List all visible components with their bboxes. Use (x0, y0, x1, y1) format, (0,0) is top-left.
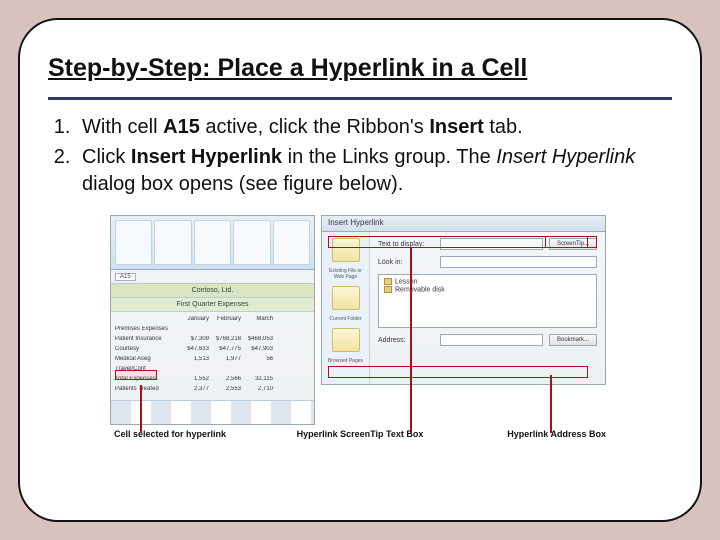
page-title: Step-by-Step: Place a Hyperlink in a Cel… (48, 54, 672, 89)
callout-box-address (328, 366, 588, 378)
callout-left: Cell selected for hyperlink (110, 429, 275, 439)
folder-icon (384, 278, 392, 285)
callout-arrow-mid (410, 247, 412, 433)
callout-arrow-right (550, 375, 552, 433)
address-field (440, 334, 543, 346)
callout-arrow-left (140, 385, 142, 433)
figure-callouts: Cell selected for hyperlink Hyperlink Sc… (110, 429, 610, 439)
address-label: Address: (378, 337, 434, 344)
title-rule (48, 97, 672, 100)
slide-card: Step-by-Step: Place a Hyperlink in a Cel… (18, 18, 702, 522)
figure-dialog-panel: Insert Hyperlink Existing File or Web Pa… (321, 215, 606, 385)
excel-company: Contoso, Ltd. (111, 284, 314, 298)
step-2: Click Insert Hyperlink in the Links grou… (76, 144, 672, 197)
steps-list: With cell A15 active, click the Ribbon's… (76, 114, 672, 197)
bookmark-button: Bookmark... (549, 334, 597, 346)
step-1: With cell A15 active, click the Ribbon's… (76, 114, 672, 140)
figure: A15 Contoso, Ltd. First Quarter Expenses… (110, 215, 610, 439)
excel-ribbon (111, 216, 314, 270)
linkto-current-icon (332, 286, 360, 310)
excel-rows: JanuaryFebruaryMarch Premises Expenses P… (111, 312, 314, 396)
lookin-label: Look in: (378, 259, 434, 266)
callout-box-cell (115, 370, 157, 380)
linkto-browsed-icon (332, 328, 360, 352)
excel-section: First Quarter Expenses (111, 298, 314, 312)
excel-namebox-row: A15 (111, 270, 314, 284)
lookin-field (440, 256, 597, 268)
callout-mid: Hyperlink ScreenTip Text Box (278, 429, 443, 439)
callout-box-screentip-btn (545, 236, 597, 248)
dialog-sidebar: Existing File or Web Page Current Folder… (322, 232, 370, 384)
callout-right: Hyperlink Address Box (445, 429, 610, 439)
dialog-title: Insert Hyperlink (322, 216, 605, 232)
folder-icon (384, 286, 392, 293)
excel-namebox: A15 (115, 273, 136, 281)
